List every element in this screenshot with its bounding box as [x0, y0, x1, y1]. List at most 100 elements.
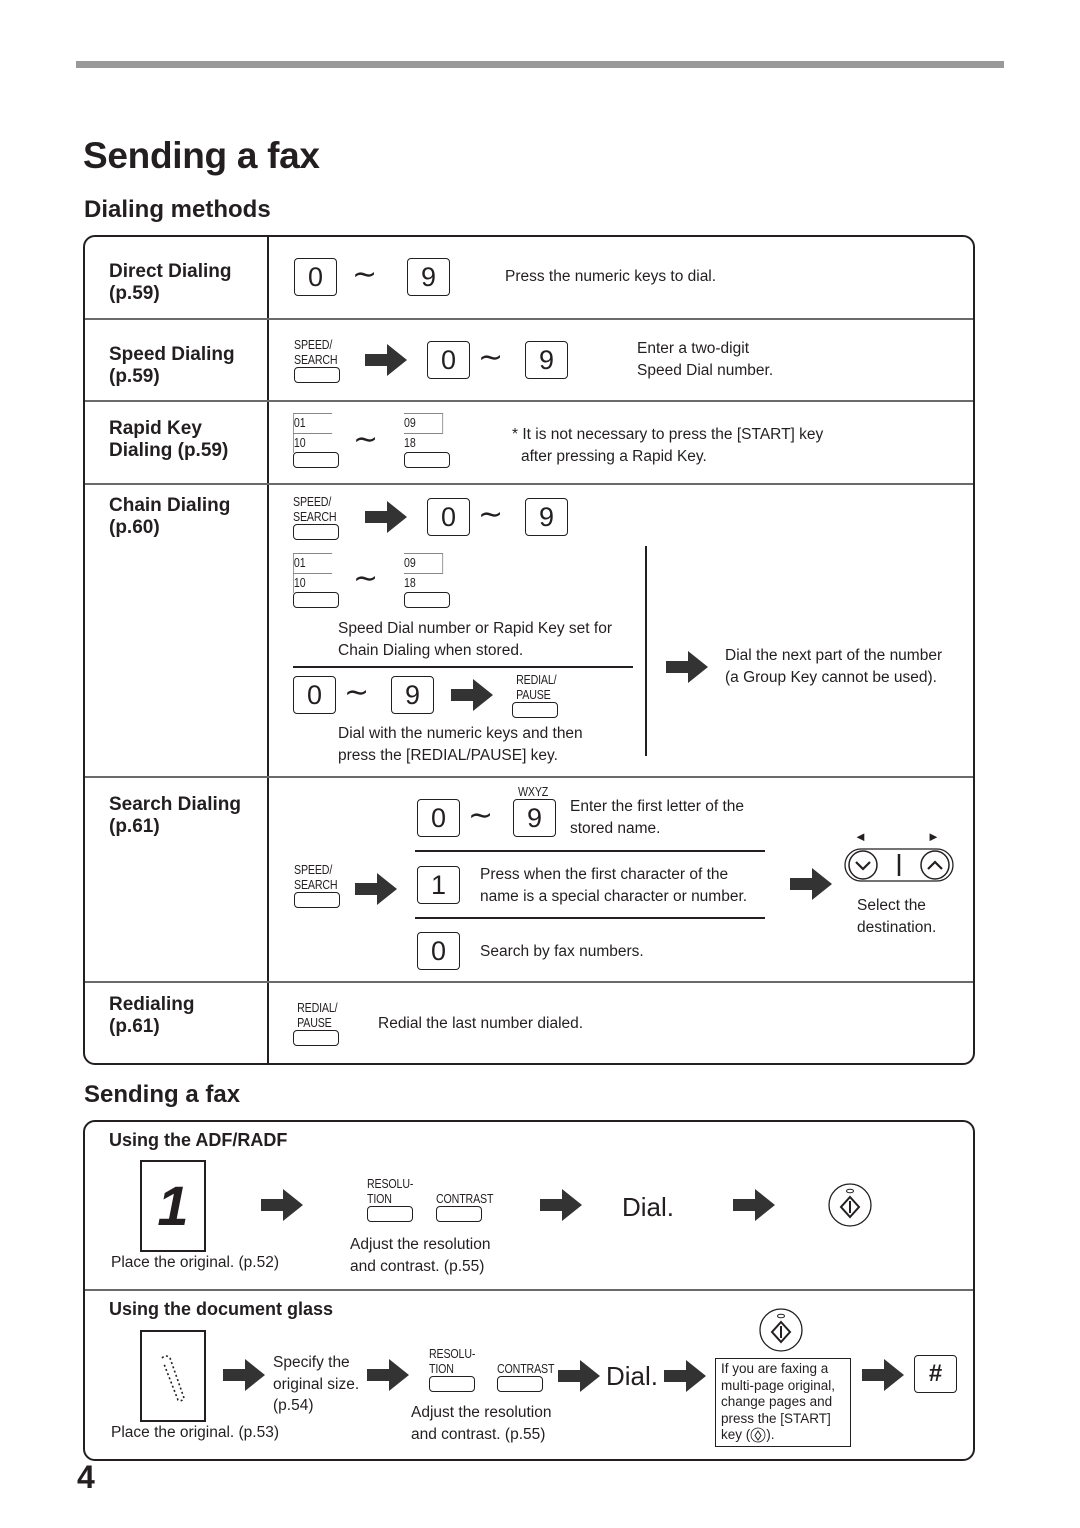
page-ref: (p.59) — [109, 283, 160, 304]
search-option-letter: Enter the first letter of the stored nam… — [570, 796, 744, 839]
resolution-button[interactable] — [367, 1206, 413, 1222]
note-line: If you are faxing a — [721, 1361, 829, 1376]
label-text: Chain Dialing — [109, 495, 231, 516]
key-caption: TION — [367, 1191, 392, 1206]
rapid-key-number: 10 — [293, 433, 333, 453]
rapid-key-09-18[interactable]: 09 18 — [404, 413, 450, 468]
arrow-right-icon — [558, 1360, 600, 1392]
row-label-speed-dialing: Speed Dialing (p.59) — [109, 344, 235, 388]
speed-search-button[interactable] — [293, 524, 339, 540]
rapid-key-number: 10 — [293, 573, 333, 593]
header-rule — [76, 61, 1004, 68]
key-caption: SEARCH — [294, 877, 338, 892]
up-key[interactable] — [920, 850, 950, 880]
numeric-key-0[interactable]: 0 — [293, 676, 336, 714]
specify-original-size: Specify the original size. (p.54) — [273, 1352, 359, 1417]
range-tilde: ∼ — [353, 562, 379, 595]
down-key[interactable] — [848, 850, 878, 880]
rapid-key-01-10[interactable]: 01 10 — [293, 553, 339, 608]
speed-search-button[interactable] — [294, 892, 340, 908]
numeric-key-0[interactable]: 0 — [417, 932, 460, 970]
note-line: press the [START] — [721, 1410, 831, 1426]
redial-pause-button[interactable] — [512, 702, 558, 718]
redial-pause-key[interactable]: REDIAL/ PAUSE — [512, 672, 566, 718]
numeric-key-0[interactable]: 0 — [417, 799, 460, 837]
arrow-right-icon — [862, 1359, 904, 1391]
option-line: Chain Dialing when stored. — [338, 641, 524, 659]
rapid-key-09-18[interactable]: 09 18 — [404, 553, 450, 608]
numeric-key-0[interactable]: 0 — [427, 498, 470, 536]
row-label-search-dialing: Search Dialing (p.61) — [109, 794, 241, 838]
numeric-key-9[interactable]: 9 — [525, 341, 568, 379]
row-divider — [85, 483, 973, 485]
speed-search-button[interactable] — [294, 367, 340, 383]
range-tilde: ∼ — [344, 676, 370, 709]
rapid-key-button[interactable] — [404, 592, 450, 608]
arrow-right-icon — [261, 1189, 303, 1221]
redial-pause-button[interactable] — [293, 1030, 339, 1046]
chain-option-speed-rapid: Speed Dial number or Rapid Key set for C… — [338, 618, 612, 661]
contrast-button[interactable] — [497, 1376, 543, 1392]
multi-page-note: If you are faxing a multi-page original,… — [715, 1358, 851, 1447]
option-line: name is a special character or number. — [480, 887, 748, 905]
rapid-key-button[interactable] — [404, 452, 450, 468]
search-option-fax-number: Search by fax numbers. — [480, 943, 644, 960]
numeric-key-0[interactable]: 0 — [294, 258, 337, 296]
label-text: Speed Dialing — [109, 344, 235, 365]
key-caption: RESOLU- — [367, 1176, 414, 1191]
resolution-key[interactable]: RESOLU- TION — [367, 1176, 423, 1222]
bracket-line — [645, 546, 647, 756]
row-divider — [85, 318, 973, 320]
arrow-right-icon — [451, 679, 493, 711]
start-key-icon[interactable] — [757, 1307, 805, 1353]
label-text: Search Dialing — [109, 794, 241, 815]
numeric-key-0[interactable]: 0 — [427, 341, 470, 379]
resolution-button[interactable] — [429, 1376, 475, 1392]
select-destination: Select the destination. — [857, 895, 936, 938]
page-title: Sending a fax — [83, 135, 320, 176]
scroll-keys[interactable] — [844, 848, 954, 882]
speed-search-key[interactable]: SPEED/ SEARCH — [294, 337, 347, 383]
start-key-icon — [750, 1427, 766, 1443]
glass-place-original: Place the original. (p.53) — [111, 1424, 280, 1441]
contrast-key[interactable]: CONTRAST — [497, 1361, 567, 1392]
arrow-right-icon — [733, 1189, 775, 1221]
option-divider — [415, 917, 765, 919]
numeric-key-9[interactable]: 9 — [513, 799, 556, 837]
row-label-redialing: Redialing (p.61) — [109, 994, 195, 1038]
section-heading-dialing-methods: Dialing methods — [84, 196, 271, 223]
arrow-right-icon — [367, 1359, 409, 1391]
redial-pause-key[interactable]: REDIAL/ PAUSE — [293, 1000, 347, 1046]
rapid-key-01-10[interactable]: 01 10 — [293, 413, 339, 468]
arrow-right-icon — [365, 344, 407, 376]
row-label-direct-dialing: Direct Dialing (p.59) — [109, 261, 231, 305]
rapid-key-number: 18 — [404, 573, 444, 593]
numeric-key-9[interactable]: 9 — [407, 258, 450, 296]
numeric-key-9[interactable]: 9 — [525, 498, 568, 536]
range-tilde: ∼ — [478, 498, 504, 531]
adf-adjust-resolution: Adjust the resolution and contrast. (p.5… — [350, 1234, 490, 1277]
hash-key[interactable]: # — [914, 1355, 957, 1393]
numeric-key-9[interactable]: 9 — [391, 676, 434, 714]
rapid-key-button[interactable] — [293, 592, 339, 608]
contrast-key[interactable]: CONTRAST — [436, 1191, 506, 1222]
resolution-key[interactable]: RESOLU- TION — [429, 1346, 485, 1392]
arrow-right-icon — [365, 501, 407, 533]
contrast-button[interactable] — [436, 1206, 482, 1222]
page-ref: (p.59) — [109, 366, 160, 387]
key-caption: SPEED/ — [293, 494, 332, 509]
option-line: Speed Dial number or Rapid Key set for — [338, 620, 612, 637]
key-caption: PAUSE — [516, 687, 551, 702]
key-caption: CONTRAST — [497, 1361, 555, 1376]
select-line: Select the — [857, 897, 926, 914]
speed-search-key[interactable]: SPEED/ SEARCH — [294, 862, 347, 908]
start-key-icon[interactable] — [826, 1182, 874, 1228]
key-caption: PAUSE — [297, 1015, 332, 1030]
rapid-key-button[interactable] — [293, 452, 339, 468]
speed-search-key[interactable]: SPEED/ SEARCH — [293, 494, 346, 540]
label-text: Dialing (p.59) — [109, 440, 229, 461]
note-text: key ( — [721, 1427, 751, 1442]
key-caption: TION — [429, 1361, 454, 1376]
numeric-key-1[interactable]: 1 — [417, 866, 460, 904]
rapid-key-number: 01 — [293, 553, 333, 573]
